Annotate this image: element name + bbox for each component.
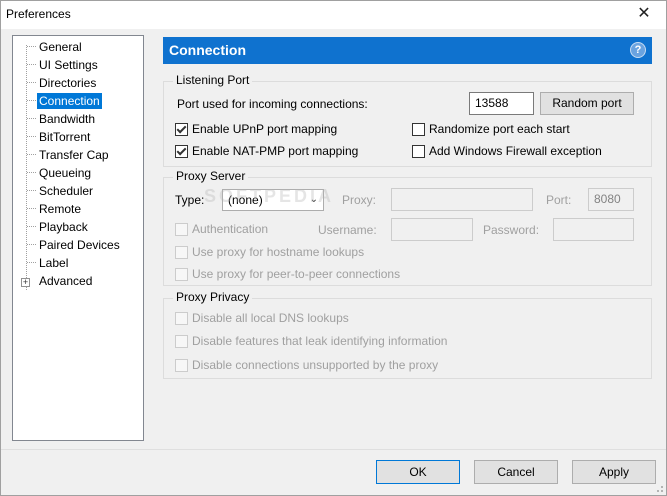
disable-unsupported-checkbox[interactable]	[175, 359, 188, 372]
tree-connector	[27, 208, 36, 209]
tree-connector	[27, 172, 36, 173]
section-header: Connection ?	[163, 37, 652, 64]
tree-connector	[27, 226, 36, 227]
tree-connector	[27, 190, 36, 191]
tree-item-playback[interactable]: Playback	[37, 219, 90, 235]
p2p-proxy-checkbox[interactable]	[175, 268, 188, 281]
proxy-host-label: Proxy:	[342, 193, 377, 207]
username-label: Username:	[318, 223, 377, 237]
tree-item-bandwidth[interactable]: Bandwidth	[37, 111, 97, 127]
port-label: Port used for incoming connections:	[177, 97, 368, 111]
tree-item-ui-settings[interactable]: UI Settings	[37, 57, 100, 73]
upnp-label: Enable UPnP port mapping	[192, 122, 338, 136]
password-label: Password:	[483, 223, 540, 237]
title-bar: Preferences ✕	[1, 1, 666, 29]
tree-item-general[interactable]: General	[37, 39, 84, 55]
tree-item-remote[interactable]: Remote	[37, 201, 83, 217]
disable-dns-label: Disable all local DNS lookups	[192, 311, 349, 325]
proxy-port-label: Port:	[546, 193, 572, 207]
preferences-window: Preferences ✕ General UI Settings Direct…	[0, 0, 667, 496]
ok-button[interactable]: OK	[376, 460, 460, 484]
expand-plus-icon[interactable]: +	[21, 278, 30, 287]
disable-dns-checkbox[interactable]	[175, 312, 188, 325]
firewall-exception-checkbox[interactable]	[412, 145, 425, 158]
p2p-proxy-label: Use proxy for peer-to-peer connections	[192, 267, 401, 281]
window-title: Preferences	[6, 7, 71, 21]
help-icon[interactable]: ?	[630, 42, 646, 58]
tree-connector	[27, 244, 36, 245]
randomize-port-checkbox[interactable]	[412, 123, 425, 136]
tree-item-directories[interactable]: Directories	[37, 75, 98, 91]
dialog-footer: OK Cancel Apply	[1, 449, 666, 495]
natpmp-checkbox[interactable]	[175, 145, 188, 158]
watermark: SOFTPEDIA	[204, 186, 335, 206]
password-input[interactable]	[553, 218, 634, 241]
apply-button[interactable]: Apply	[572, 460, 656, 484]
tree-connector	[27, 46, 36, 47]
disable-leak-label: Disable features that leak identifying i…	[192, 334, 448, 348]
tree-item-label[interactable]: Label	[37, 255, 70, 271]
proxy-type-label: Type:	[175, 193, 205, 207]
tree-item-advanced[interactable]: Advanced	[37, 273, 94, 289]
tree-connector	[27, 64, 36, 65]
firewall-exception-label: Add Windows Firewall exception	[429, 144, 602, 158]
proxy-port-input[interactable]: 8080	[588, 188, 634, 211]
natpmp-label: Enable NAT-PMP port mapping	[192, 144, 359, 158]
listening-port-group: Listening Port Port used for incoming co…	[163, 73, 652, 167]
close-icon[interactable]: ✕	[622, 1, 666, 29]
random-port-button[interactable]: Random port	[540, 92, 634, 115]
cancel-button[interactable]: Cancel	[474, 460, 558, 484]
tree-connector	[27, 262, 36, 263]
check-icon	[176, 123, 187, 134]
tree-item-connection[interactable]: Connection	[37, 93, 102, 109]
username-input[interactable]	[391, 218, 473, 241]
section-title: Connection	[169, 42, 246, 58]
check-icon	[176, 145, 187, 156]
tree-connector	[27, 118, 36, 119]
tree-item-transfer-cap[interactable]: Transfer Cap	[37, 147, 111, 163]
port-input[interactable]: 13588	[469, 92, 534, 115]
disable-leak-checkbox[interactable]	[175, 335, 188, 348]
group-title-proxy-server: Proxy Server	[173, 169, 249, 183]
proxy-privacy-group: Proxy Privacy Disable all local DNS look…	[163, 290, 652, 379]
authentication-checkbox[interactable]	[175, 223, 188, 236]
tree-connector	[27, 136, 36, 137]
tree-item-paired-devices[interactable]: Paired Devices	[37, 237, 122, 253]
upnp-checkbox[interactable]	[175, 123, 188, 136]
tree-item-bittorrent[interactable]: BitTorrent	[37, 129, 92, 145]
group-title-proxy-privacy: Proxy Privacy	[173, 290, 253, 304]
disable-unsupported-label: Disable connections unsupported by the p…	[192, 358, 439, 372]
tree-item-scheduler[interactable]: Scheduler	[37, 183, 95, 199]
resize-grip-icon[interactable]	[654, 483, 664, 493]
tree-connector	[27, 100, 36, 101]
hostname-lookups-label: Use proxy for hostname lookups	[192, 245, 365, 259]
proxy-host-input[interactable]	[391, 188, 533, 211]
authentication-label: Authentication	[192, 222, 269, 236]
tree-connector	[27, 154, 36, 155]
tree-connector	[27, 82, 36, 83]
hostname-lookups-checkbox[interactable]	[175, 246, 188, 259]
settings-tree[interactable]: General UI Settings Directories Connecti…	[12, 35, 144, 441]
tree-item-queueing[interactable]: Queueing	[37, 165, 93, 181]
randomize-port-label: Randomize port each start	[429, 122, 570, 136]
group-title-listening-port: Listening Port	[173, 73, 253, 87]
